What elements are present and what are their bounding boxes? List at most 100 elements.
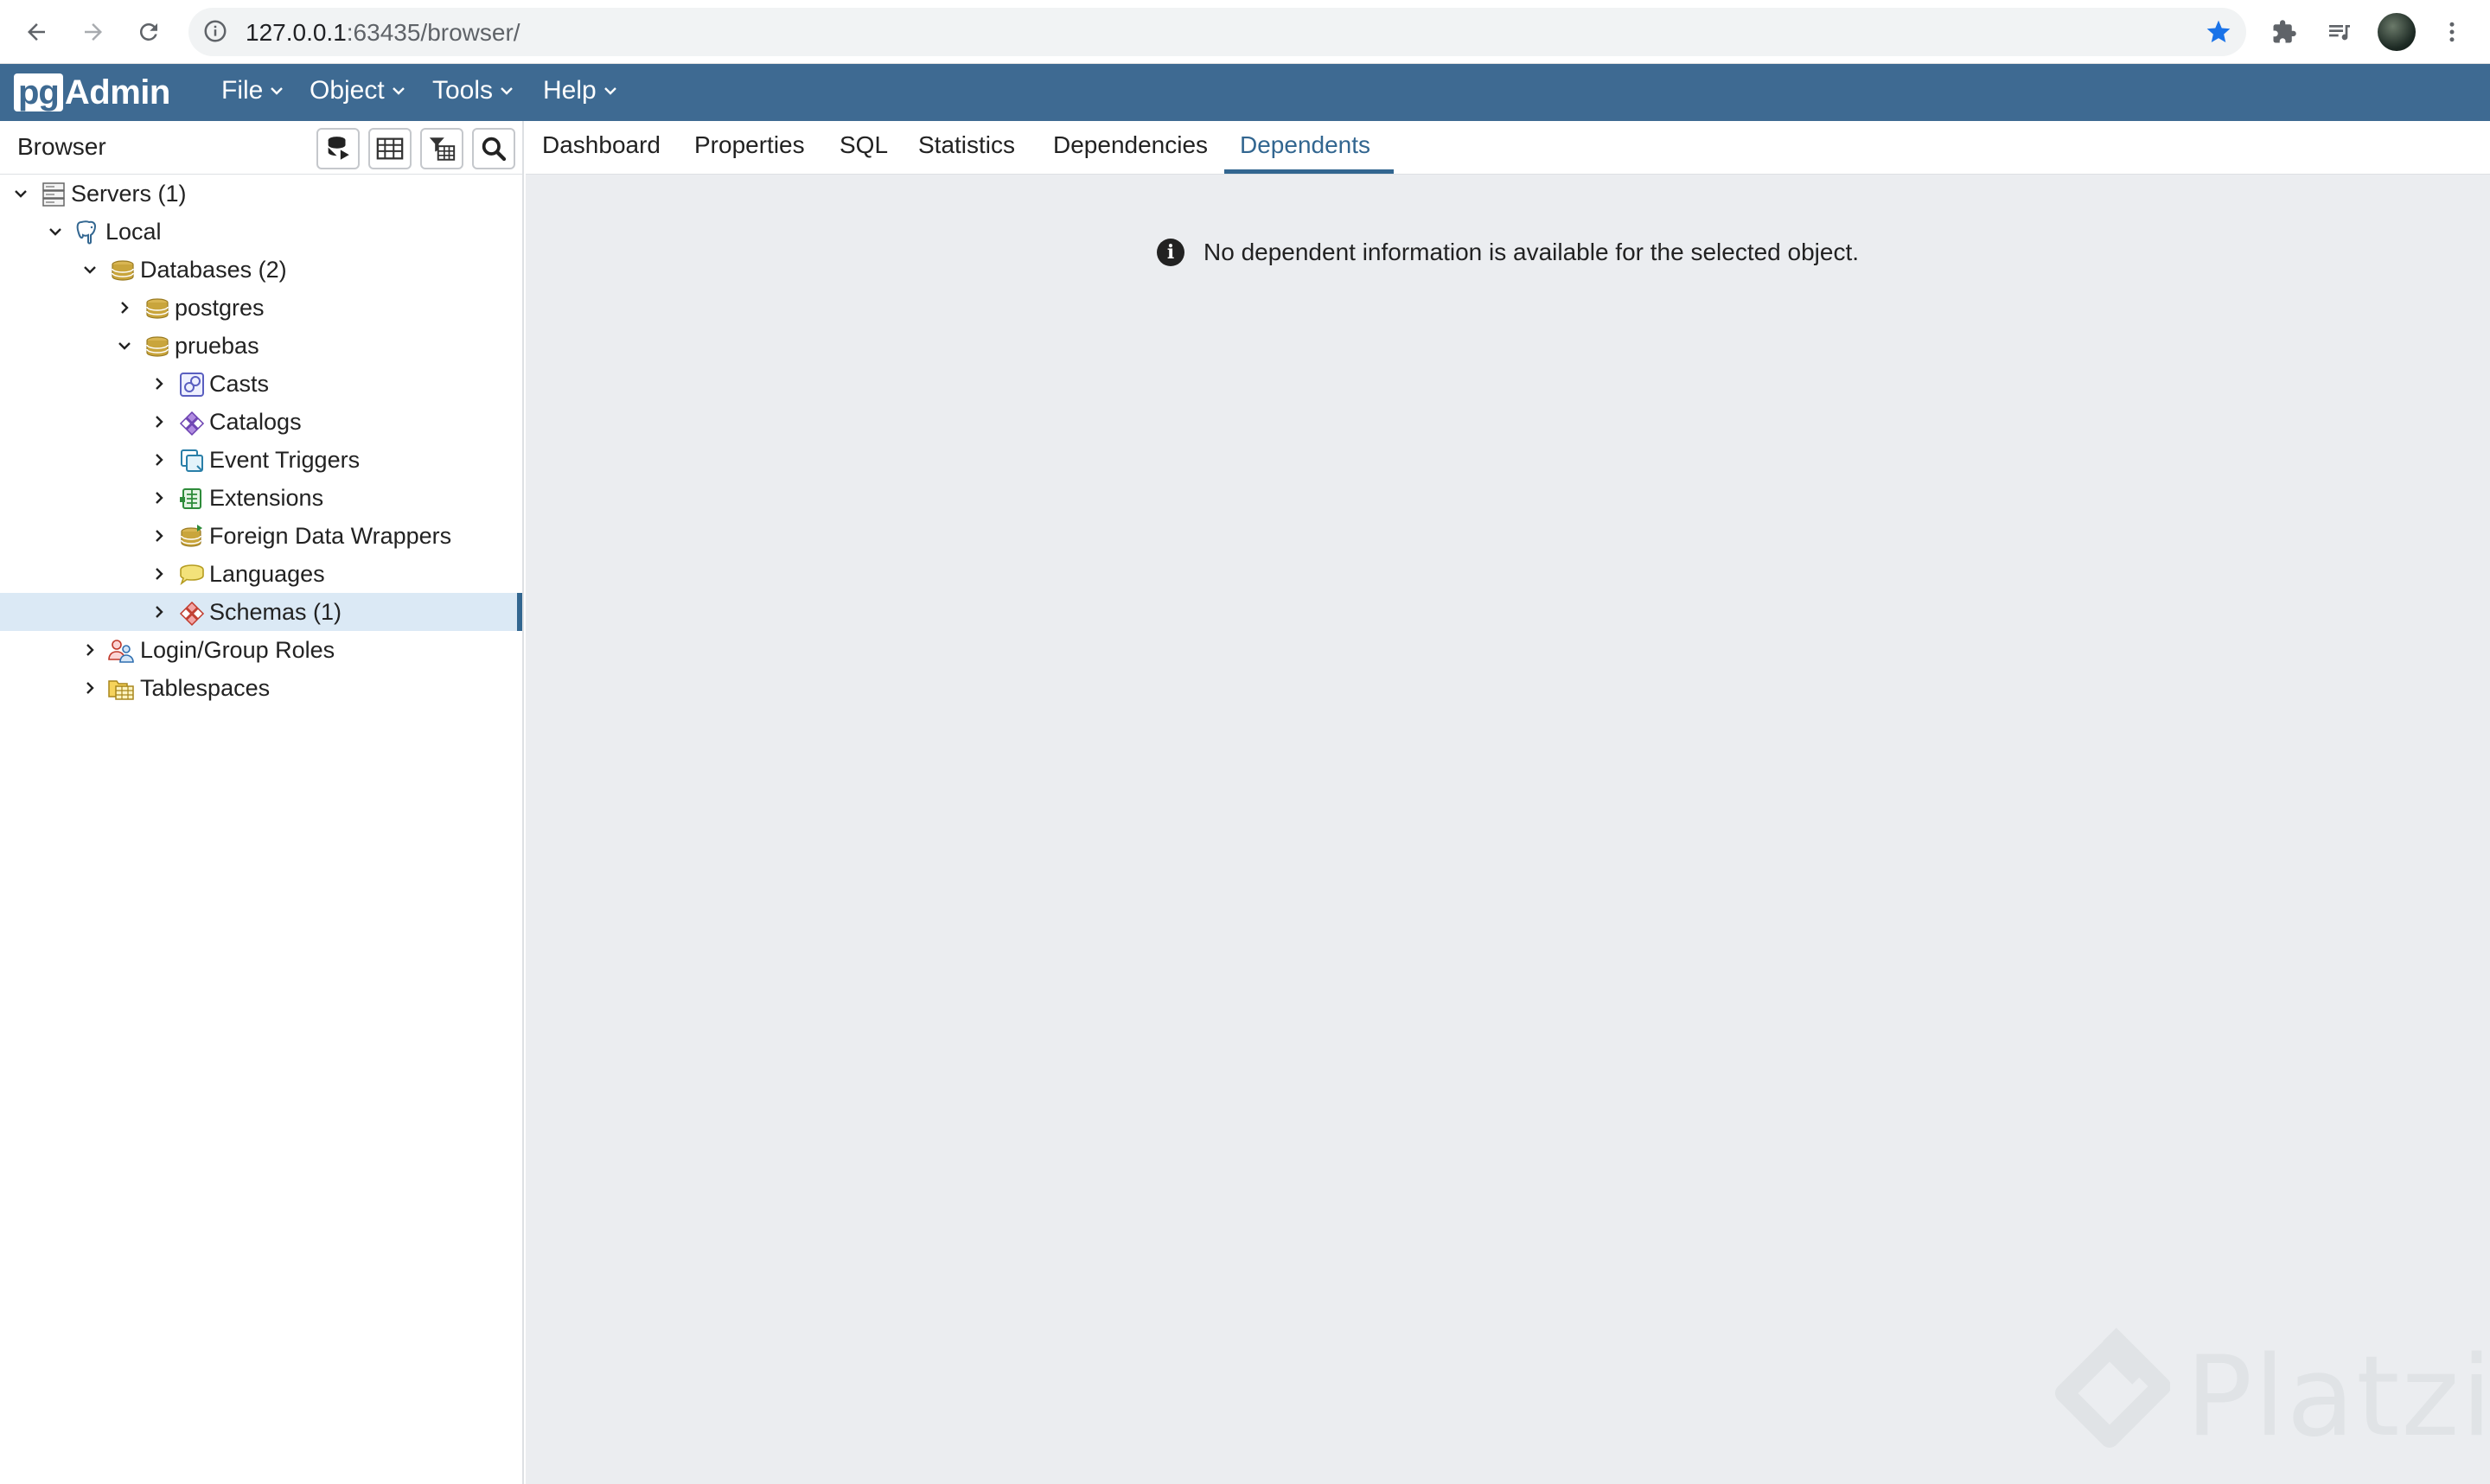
chevron-down-icon[interactable] [81, 261, 99, 278]
media-control-button[interactable] [2321, 13, 2359, 51]
filtered-rows-button[interactable] [420, 128, 463, 169]
pgadmin-logo[interactable]: pg Admin [14, 72, 170, 113]
tree-node-label: Schemas (1) [209, 599, 342, 625]
chevron-down-icon [603, 87, 616, 95]
foreign-data-wrappers-icon [181, 525, 202, 547]
kebab-menu-icon [2449, 22, 2455, 42]
tab-dashboard[interactable]: Dashboard [542, 131, 661, 159]
tree-node-event-triggers[interactable]: Event Triggers [0, 441, 522, 479]
chevron-right-icon[interactable] [150, 603, 168, 621]
menu-tools[interactable]: Tools [432, 76, 514, 105]
tree-node-label: Catalogs [209, 409, 302, 435]
tree-node-label: Servers (1) [71, 181, 187, 207]
tree-node-label: Extensions [209, 485, 324, 511]
tab-sql[interactable]: SQL [840, 131, 888, 159]
tree-node-local-server[interactable]: Local [0, 213, 522, 251]
bookmark-star-icon[interactable] [2205, 18, 2232, 50]
tab-statistics[interactable]: Statistics [918, 131, 1015, 159]
database-icon [146, 336, 169, 357]
empty-state-message: i No dependent information is available … [1157, 239, 1859, 266]
arrow-left-icon [28, 23, 45, 41]
chrome-menu-button[interactable] [2433, 13, 2471, 51]
forward-button[interactable] [74, 13, 112, 51]
tree-node-label: Databases (2) [140, 257, 287, 283]
view-data-button[interactable] [368, 128, 412, 169]
chevron-right-icon[interactable] [150, 375, 168, 392]
tree-node-label: Event Triggers [209, 447, 361, 473]
tree-node-languages[interactable]: Languages [0, 555, 522, 593]
filter-table-icon [429, 137, 456, 161]
info-icon: i [1157, 239, 1184, 266]
query-tool-button[interactable] [316, 128, 360, 169]
chevron-right-icon[interactable] [150, 527, 168, 545]
chevron-right-icon[interactable] [116, 299, 133, 316]
tree-node-label: Languages [209, 561, 325, 587]
arrow-right-icon [85, 23, 102, 41]
search-objects-button[interactable] [472, 128, 515, 169]
chevron-right-icon[interactable] [150, 489, 168, 506]
tree-node-casts[interactable]: Casts [0, 365, 522, 403]
back-button[interactable] [17, 13, 55, 51]
chevron-right-icon[interactable] [150, 565, 168, 583]
tablespaces-icon [108, 680, 134, 700]
tree-node-database-pruebas[interactable]: pruebas [0, 327, 522, 365]
platzi-watermark: Platzi [2049, 1328, 2490, 1466]
database-icon [146, 298, 169, 319]
empty-state-text: No dependent information is available fo… [1204, 239, 1860, 265]
chevron-right-icon[interactable] [150, 413, 168, 430]
address-bar[interactable]: 127.0.0.1:63435/browser/ [188, 8, 2246, 56]
databases-icon [112, 260, 134, 281]
chevron-down-icon[interactable] [116, 337, 133, 354]
tab-properties[interactable]: Properties [694, 131, 805, 159]
reload-icon [139, 22, 157, 41]
chevron-right-icon[interactable] [150, 451, 168, 468]
site-info-icon[interactable] [202, 18, 228, 48]
browser-panel-header: Browser [0, 121, 522, 175]
platzi-logo-icon [2055, 1328, 2170, 1448]
puzzle-icon [2273, 20, 2296, 43]
tree-node-tablespaces[interactable]: Tablespaces [0, 669, 522, 707]
chevron-down-icon [392, 87, 405, 95]
roles-icon [108, 640, 134, 663]
profile-avatar[interactable] [2378, 13, 2416, 51]
chevron-down-icon [501, 87, 513, 95]
tree-node-label: pruebas [175, 333, 259, 359]
tree-node-databases[interactable]: Databases (2) [0, 251, 522, 289]
content-panel: Dashboard Properties SQL Statistics Depe… [526, 121, 2490, 1484]
tree-node-label: postgres [175, 295, 265, 321]
casts-icon [180, 373, 204, 397]
servers-icon [42, 182, 65, 207]
languages-icon [180, 564, 204, 586]
event-triggers-icon [181, 449, 203, 472]
tree-node-servers[interactable]: Servers (1) [0, 175, 522, 213]
postgres-elephant-icon [76, 220, 97, 245]
watermark-text: Platzi [2186, 1332, 2490, 1462]
active-tab-indicator [1224, 169, 1394, 174]
menu-file[interactable]: File [221, 76, 284, 105]
tab-dependencies[interactable]: Dependencies [1053, 131, 1208, 159]
browser-toolbar: 127.0.0.1:63435/browser/ [0, 0, 2490, 64]
menu-object[interactable]: Object [310, 76, 405, 105]
extensions-button[interactable] [2265, 13, 2303, 51]
tree-node-database-postgres[interactable]: postgres [0, 289, 522, 327]
chevron-right-icon[interactable] [81, 641, 99, 659]
tree-node-foreign-data-wrappers[interactable]: Foreign Data Wrappers [0, 517, 522, 555]
browser-panel-title: Browser [17, 133, 106, 160]
reload-button[interactable] [130, 13, 168, 51]
tab-dependents[interactable]: Dependents [1240, 131, 1370, 159]
tree-node-label: Login/Group Roles [140, 637, 335, 663]
tree-node-label: Casts [209, 371, 270, 397]
query-tool-icon [328, 137, 349, 160]
tree-node-extensions[interactable]: Extensions [0, 479, 522, 517]
tab-bar: Dashboard Properties SQL Statistics Depe… [526, 121, 2490, 175]
tree-node-catalogs[interactable]: Catalogs [0, 403, 522, 441]
tree-node-login-group-roles[interactable]: Login/Group Roles [0, 631, 522, 669]
search-icon [482, 137, 507, 162]
chevron-down-icon[interactable] [47, 223, 64, 240]
url-text: 127.0.0.1:63435/browser/ [246, 19, 520, 46]
tree-node-label: Tablespaces [140, 675, 271, 701]
tree-node-schemas[interactable]: Schemas (1) [0, 593, 522, 631]
chevron-right-icon[interactable] [81, 679, 99, 697]
menu-help[interactable]: Help [543, 76, 617, 105]
chevron-down-icon[interactable] [12, 185, 29, 202]
